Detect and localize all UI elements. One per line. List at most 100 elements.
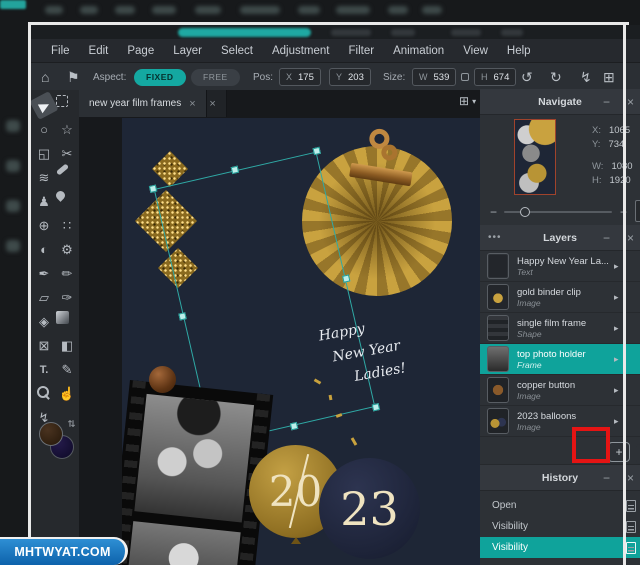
aspect-free-button[interactable]: FREE — [191, 69, 240, 86]
layer-row-2023-balloons[interactable]: 2023 balloons Image ▸ — [480, 406, 640, 437]
design-page[interactable]: Happy New Year Ladies! 20 23 — [122, 118, 480, 565]
doc-width-readout: W:1080 — [592, 161, 633, 172]
pos-y-field[interactable]: Y 203 — [329, 68, 371, 86]
zoom-out-button[interactable]: − — [490, 205, 497, 219]
close-icon[interactable]: × — [627, 231, 634, 245]
history-row-open[interactable]: Open — [480, 495, 640, 516]
background-blur-menu — [195, 6, 221, 14]
selection-handle[interactable] — [342, 274, 350, 282]
undo-icon[interactable]: ↺ — [521, 69, 533, 86]
duplicate-layer-button[interactable]: ⊞ — [636, 444, 640, 464]
menu-item-filter[interactable]: Filter — [349, 45, 375, 57]
menu-item-edit[interactable]: Edit — [89, 45, 109, 57]
tool-eyedropper[interactable]: ✒ — [33, 263, 55, 284]
close-icon[interactable]: × — [627, 95, 634, 109]
tool-liquify[interactable]: ≋ — [33, 167, 55, 188]
close-icon[interactable]: × — [627, 471, 634, 485]
balloon-23[interactable]: 23 — [319, 458, 420, 559]
menu-item-animation[interactable]: Animation — [393, 45, 444, 57]
history-row-visibility[interactable]: Visibility — [480, 516, 640, 537]
layer-arrow-icon[interactable]: ▸ — [614, 385, 619, 396]
binder-clip-ring — [380, 143, 398, 161]
layers-menu-icon[interactable]: ••• — [488, 232, 502, 243]
size-h-field[interactable]: H 674 — [474, 68, 516, 86]
zoom-percent-field[interactable]: 40% — [635, 200, 640, 222]
tool-dodge-burn[interactable]: ◐ — [33, 239, 55, 260]
layer-row-single-film-frame[interactable]: single film frame Shape ▸ — [480, 313, 640, 344]
layer-name: top photo holder — [517, 349, 586, 360]
tab-close-icon[interactable]: × — [209, 98, 215, 110]
tool-pattern[interactable]: ∷ — [56, 215, 78, 236]
zoom-slider-knob[interactable] — [520, 207, 530, 217]
menu-item-layer[interactable]: Layer — [173, 45, 202, 57]
menu-item-select[interactable]: Select — [221, 45, 253, 57]
history-row-visibility[interactable]: Visibility — [480, 537, 640, 558]
tab-close-icon[interactable]: × — [189, 98, 195, 110]
layer-row-happy-new-year-la[interactable]: Happy New Year La... Text ▸ — [480, 251, 640, 282]
size-w-field[interactable]: W 539 — [412, 68, 456, 86]
gold-binder-clip[interactable] — [346, 125, 425, 197]
selection-handle[interactable] — [289, 422, 297, 430]
redo-icon[interactable]: ↻ — [550, 69, 562, 86]
copper-button[interactable] — [149, 366, 176, 393]
tool-zoom[interactable] — [33, 383, 55, 404]
tool-magic-wand[interactable]: ☆ — [56, 119, 78, 140]
tool-cut[interactable]: ✂ — [56, 143, 78, 164]
foreground-color-swatch[interactable] — [39, 422, 63, 446]
tool-pen[interactable]: ✎ — [56, 359, 78, 380]
minimize-icon[interactable]: − — [603, 95, 610, 109]
film-photo — [134, 394, 254, 523]
tool-fill[interactable]: ◈ — [33, 311, 55, 332]
menu-item-adjustment[interactable]: Adjustment — [272, 45, 330, 57]
tool-eraser[interactable]: ▱ — [33, 287, 55, 308]
tool-gradient[interactable] — [56, 311, 69, 324]
tool-brush[interactable]: ✏ — [56, 263, 78, 284]
tool-move[interactable]: ▶ — [31, 91, 59, 120]
canvas-area[interactable]: Happy New Year Ladies! 20 23 — [79, 117, 480, 565]
window-arrange-button[interactable]: ⊞ ▾ — [459, 94, 476, 108]
tool-shapes[interactable]: ◧ — [56, 335, 78, 356]
tool-marquee[interactable] — [56, 95, 68, 107]
selection-handle[interactable] — [313, 147, 321, 155]
navigate-thumbnail[interactable] — [514, 119, 556, 195]
tool-sphere[interactable]: ⊕ — [33, 215, 55, 236]
film-strip[interactable] — [122, 380, 273, 565]
tool-smudge[interactable]: ✑ — [56, 287, 78, 308]
tool-lasso[interactable]: ○ — [33, 119, 55, 140]
tab-new-year-film-frames[interactable]: new year film frames × — [79, 90, 207, 117]
minimize-icon[interactable]: − — [603, 471, 610, 485]
menu-item-view[interactable]: View — [463, 45, 488, 57]
pos-x-field[interactable]: X 175 — [279, 68, 321, 86]
swap-colors-icon[interactable]: ⇄ — [66, 420, 77, 428]
tool-clone-stamp[interactable]: ♟ — [33, 191, 55, 212]
layer-row-gold-binder-clip[interactable]: gold binder clip Image ▸ — [480, 282, 640, 313]
tool-crop[interactable]: ◱ — [33, 143, 55, 164]
menu-item-page[interactable]: Page — [127, 45, 154, 57]
tool-heal[interactable] — [56, 163, 69, 175]
pointer-tool-icon[interactable]: ⚑ — [67, 69, 80, 86]
layer-arrow-icon[interactable]: ▸ — [614, 292, 619, 303]
home-icon[interactable]: ⌂ — [41, 69, 49, 85]
new-window-icon[interactable]: ⊞ — [603, 69, 615, 86]
history-step-label: Visibility — [492, 521, 528, 532]
layer-row-top-photo-holder[interactable]: top photo holder Frame ▸ — [480, 344, 640, 375]
minimize-icon[interactable]: − — [603, 231, 610, 245]
menu-item-file[interactable]: File — [51, 45, 70, 57]
layer-arrow-icon[interactable]: ▸ — [614, 323, 619, 334]
layer-row-copper-button[interactable]: copper button Image ▸ — [480, 375, 640, 406]
tool-settings[interactable]: ⚙ — [56, 239, 78, 260]
layer-arrow-icon[interactable]: ▸ — [614, 261, 619, 272]
color-widget: ⇄ — [37, 420, 73, 460]
layer-arrow-icon[interactable]: ▸ — [614, 416, 619, 427]
selection-handle[interactable] — [372, 403, 380, 411]
tool-text[interactable]: T. — [33, 359, 55, 380]
menu-item-help[interactable]: Help — [507, 45, 531, 57]
flash-icon[interactable]: ↯ — [580, 69, 592, 86]
tool-hand[interactable]: ☝ — [56, 383, 78, 404]
layer-arrow-icon[interactable]: ▸ — [614, 354, 619, 365]
tool-blur[interactable] — [54, 189, 67, 202]
tool-frame[interactable]: ⊠ — [33, 335, 55, 356]
add-layer-button[interactable]: + — [608, 442, 630, 462]
link-dimensions-icon[interactable] — [461, 73, 469, 81]
aspect-fixed-button[interactable]: FIXED — [134, 69, 186, 86]
